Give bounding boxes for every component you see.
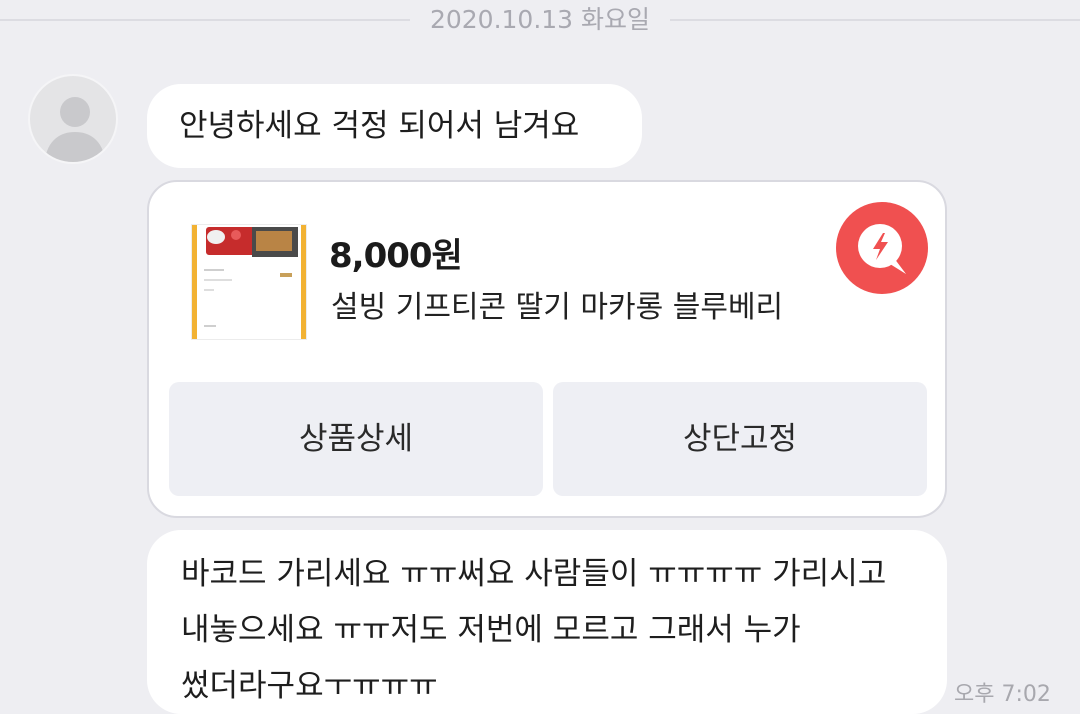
product-detail-button[interactable]: 상품상세 [169, 382, 543, 496]
quick-search-badge[interactable] [836, 202, 928, 294]
message-bubble-barcode-warning[interactable]: 바코드 가리세요 ㅠㅠ써요 사람들이 ㅠㅠㅠㅠ 가리시고 내놓으세요 ㅠㅠ저도 … [147, 530, 947, 714]
product-thumbnail[interactable] [191, 224, 307, 340]
product-price: 8,000원 [329, 236, 463, 276]
date-divider-line-left [0, 19, 410, 21]
product-share-card[interactable]: 8,000원 설빙 기프티콘 딸기 마카롱 블루베리 상품상세 상단고정 [147, 180, 947, 518]
date-divider-text: 2020.10.13 화요일 [429, 5, 651, 34]
sender-avatar[interactable] [28, 74, 118, 164]
gifticon-image-icon [192, 225, 306, 339]
message-timestamp: 오후 7:02 [954, 682, 1051, 707]
pin-to-top-button[interactable]: 상단고정 [553, 382, 927, 496]
message-text-line: 썼더라구요ㅜㅠㅠㅠ [181, 668, 438, 704]
lightning-search-icon [858, 224, 906, 274]
date-divider: 2020.10.13 화요일 [0, 0, 1080, 40]
message-text-line: 내놓으세요 ㅠㅠ저도 저번에 모르고 그래서 누가 [181, 612, 801, 648]
message-text-greeting: 안녕하세요 걱정 되어서 남겨요 [179, 108, 580, 144]
message-bubble-greeting[interactable]: 안녕하세요 걱정 되어서 남겨요 [147, 84, 642, 168]
message-text-line: 바코드 가리세요 ㅠㅠ써요 사람들이 ㅠㅠㅠㅠ 가리시고 [181, 556, 887, 592]
date-divider-line-right [670, 19, 1080, 21]
product-name: 설빙 기프티콘 딸기 마카롱 블루베리 [331, 290, 784, 325]
default-profile-icon [44, 97, 106, 162]
